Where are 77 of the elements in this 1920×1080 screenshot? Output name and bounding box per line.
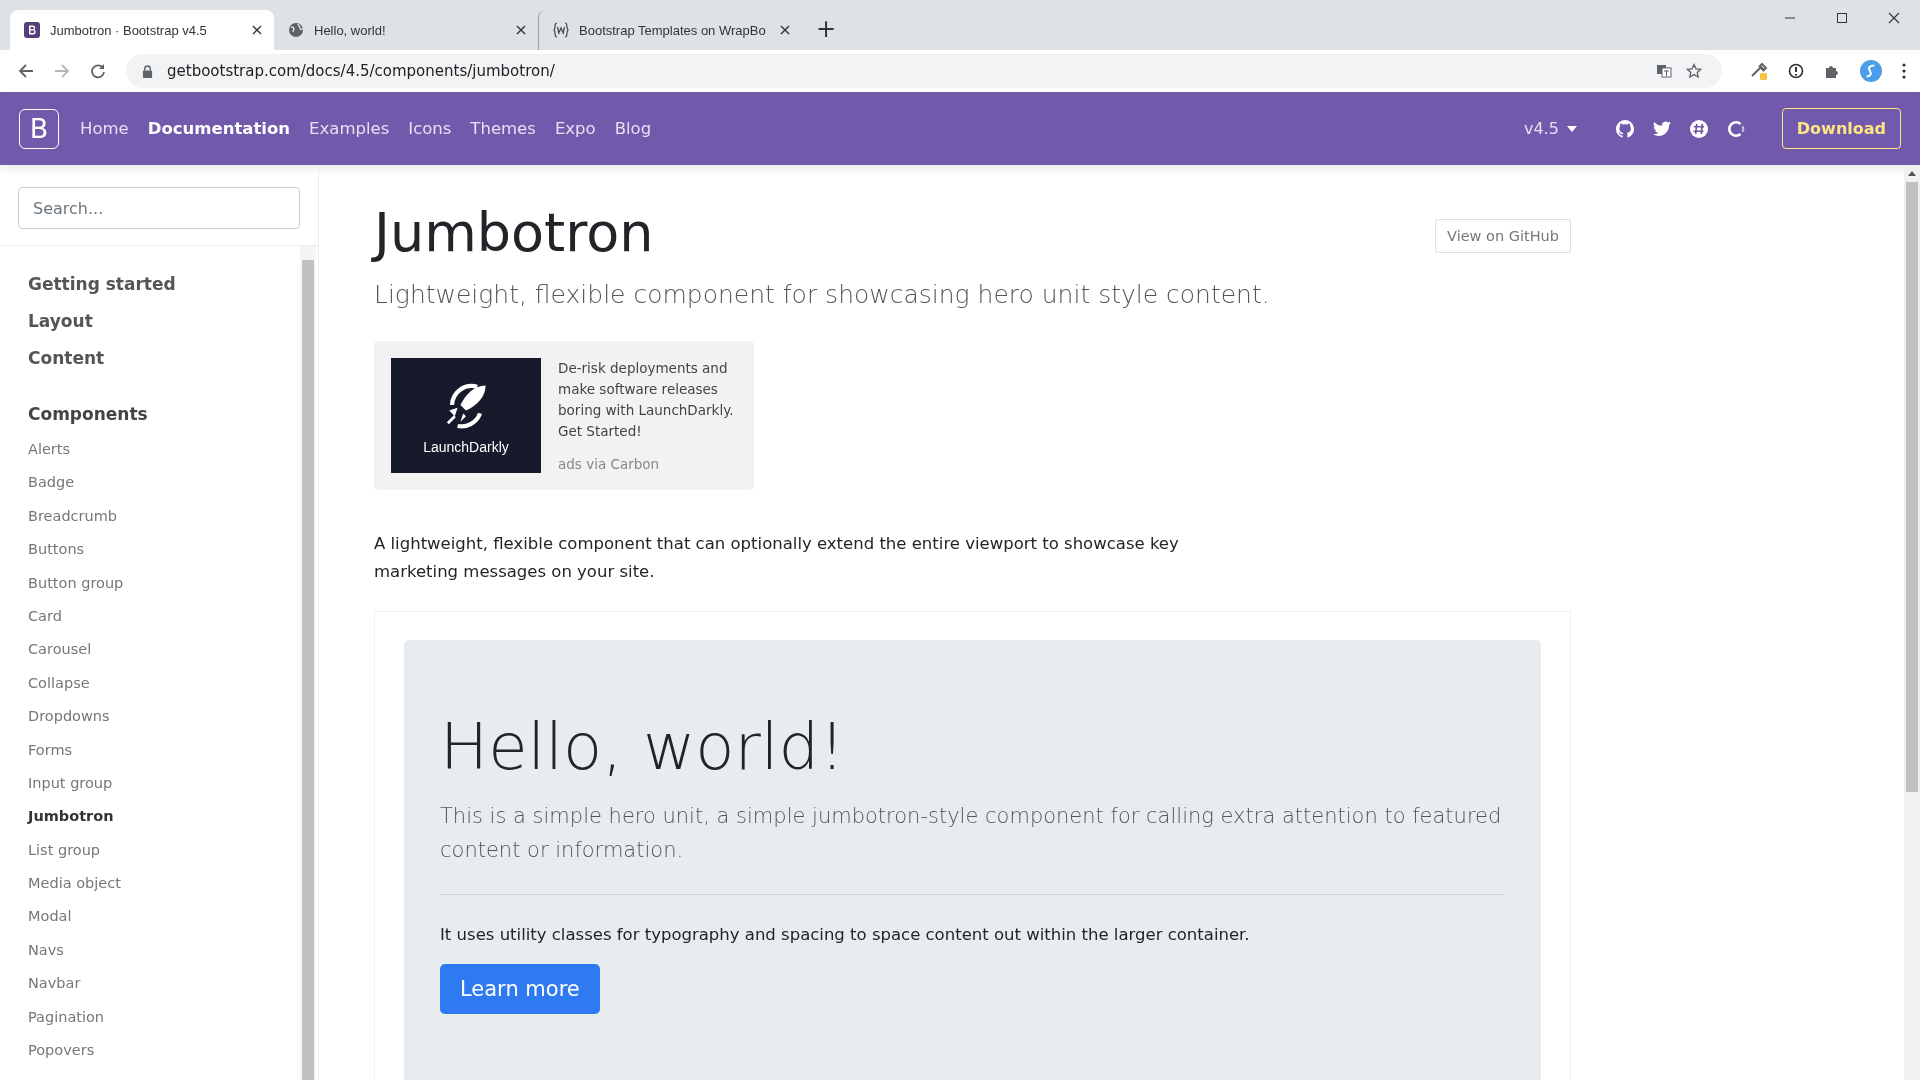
ad-logo-text: LaunchDarkly [423,438,509,455]
jumbotron-lead: This is a simple hero unit, a simple jumbotron-style component for calling extra attention to featured content or information. [440,802,1503,864]
sidebar-link[interactable]: Input group [28,766,300,801]
sidebar-link[interactable]: List group [28,833,300,868]
learn-more-button[interactable]: Learn more [440,963,600,1014]
jumbotron-heading: Hello, world! [440,712,846,783]
tab-title: Hello, world! [314,22,387,38]
sidebar-link[interactable]: Navs [28,933,300,968]
nav-link[interactable]: Examples [309,119,390,138]
sidebar-link[interactable]: Breadcrumb [28,499,300,534]
ad-credit-link[interactable]: ads via Carbon [558,456,737,473]
browser-tab[interactable]: Jumbotron · Bootstrap v4.5 [10,10,274,50]
ad-image[interactable]: LaunchDarkly [391,358,541,474]
view-on-github-button[interactable]: View on GitHub [1435,219,1571,253]
sidebar-link[interactable]: Alerts [28,433,300,467]
sidebar-link[interactable]: Media object [28,867,300,901]
sidebar-link[interactable]: Content [28,340,300,377]
sidebar-link[interactable]: Jumbotron [28,800,300,834]
lock-icon [142,64,153,78]
globe-icon [288,22,304,38]
eyedropper-icon[interactable] [1750,62,1768,80]
puzzle-icon[interactable] [1824,63,1840,79]
jumbotron-text: It uses utility classes for typography and spacing to space content out within the larger container. [440,924,1251,944]
star-icon[interactable] [1686,63,1702,79]
reload-icon[interactable] [90,63,106,79]
page-lead: Lightweight, flexible component for showcasing hero unit style content. [374,280,1270,310]
sidebar-link[interactable]: Button group [28,566,300,600]
sidebar-link[interactable]: Modal [28,900,300,934]
sidebar-link[interactable]: Pagination [28,1000,300,1035]
sidebar-link[interactable]: Carousel [28,633,300,667]
nav-link[interactable]: Expo [554,119,596,138]
sidebar-link[interactable]: Dropdowns [28,700,300,734]
bootstrap-logo-icon [24,22,40,38]
version-dropdown[interactable]: v4.5 [1523,119,1577,138]
scroll-up-arrow-icon[interactable] [1908,171,1916,176]
tab-title: Bootstrap Templates on WrapBo [579,22,767,38]
sidebar-link[interactable]: Layout [28,303,300,340]
hash-circle-icon[interactable] [1689,119,1708,138]
nav-link[interactable]: Icons [408,119,452,138]
info-circle-icon[interactable] [1788,63,1804,79]
avatar-icon[interactable] [1860,60,1882,82]
maximize-icon[interactable] [1836,12,1848,24]
close-icon[interactable] [780,25,790,35]
sidebar-link[interactable]: Popovers [28,1034,300,1068]
close-icon[interactable] [1888,12,1900,24]
close-icon[interactable] [516,25,526,35]
caret-icon [1566,125,1577,132]
tab-title: Jumbotron · Bootstrap v4.5 [50,22,208,38]
site-logo[interactable]: B [19,108,59,149]
ad-text[interactable]: De-risk deployments and make software releases boring with LaunchDarkly. Get Started! [558,358,737,443]
nav-link[interactable]: Themes [470,119,536,138]
bird-icon[interactable] [1652,120,1671,137]
github-icon[interactable] [1615,119,1634,138]
new-tab-button[interactable]: + [802,10,851,50]
open-ring-icon[interactable] [1726,119,1745,138]
intro-text: A lightweight, flexible component that can optionally extend the entire viewport to showcase key marketing messages on your site. [374,533,1180,584]
close-icon[interactable] [252,25,262,35]
sidebar-link[interactable]: Forms [28,733,300,767]
section-heading[interactable]: Components [28,395,300,433]
nav-link[interactable]: Home [80,119,129,138]
sidebar-link[interactable]: Buttons [28,533,300,567]
kebab-menu-icon[interactable] [1902,63,1906,79]
url-text: getbootstrap.com/docs/4.5/components/jumbotron/ [167,62,555,80]
nav-link[interactable]: Blog [614,119,652,138]
browser-tab[interactable]: Hello, world! [274,10,538,50]
search-field[interactable]: Search... [18,187,300,229]
sidebar-link[interactable]: Badge [28,466,300,500]
sidebar-link[interactable]: Collapse [28,666,300,701]
w-logo-icon [553,22,569,38]
address-bar[interactable]: getbootstrap.com/docs/4.5/components/jumbotron/ [126,54,1722,88]
sidebar-link[interactable]: Card [28,599,300,634]
translate-icon[interactable] [1656,63,1672,79]
download-button[interactable]: Download [1781,108,1901,149]
sidebar-link[interactable]: Navbar [28,967,300,1001]
nav-link[interactable]: Documentation [147,119,291,138]
sidebar-link[interactable]: Getting started [28,266,300,303]
back-arrow-icon[interactable] [18,63,34,79]
